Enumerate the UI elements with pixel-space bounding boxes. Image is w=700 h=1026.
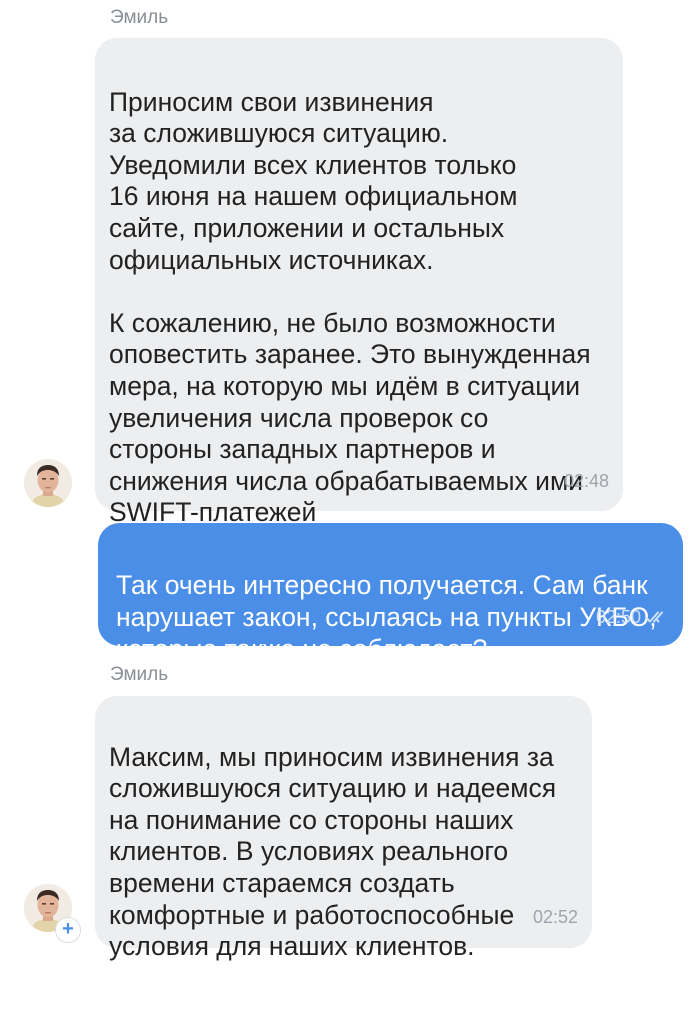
sender-name: Эмиль — [110, 664, 169, 685]
message-bubble-incoming[interactable]: Приносим свои извинения за сложившуюся с… — [95, 38, 623, 527]
message-text: Приносим свои извинения за сложившуюся с… — [109, 86, 591, 528]
message-bubble-incoming[interactable]: Максим, мы приносим извинения за сложивш… — [95, 696, 592, 961]
message-time-label: 02:50 — [595, 606, 641, 627]
message-time: 02:50 — [596, 584, 669, 629]
message-time: 02:52 — [532, 907, 578, 927]
read-double-check-icon — [645, 607, 669, 629]
avatar-photo-icon — [24, 459, 72, 507]
sender-name: Эмиль — [110, 7, 169, 28]
message-bubble-outgoing[interactable]: Так очень интересно получается. Сам банк… — [98, 523, 683, 664]
message-text: Так очень интересно получается. Сам банк… — [116, 570, 657, 664]
add-badge-icon[interactable]: + — [56, 918, 80, 942]
avatar[interactable] — [24, 459, 72, 507]
message-time: 02:48 — [563, 471, 609, 491]
message-text: Максим, мы приносим извинения за сложивш… — [109, 741, 557, 962]
